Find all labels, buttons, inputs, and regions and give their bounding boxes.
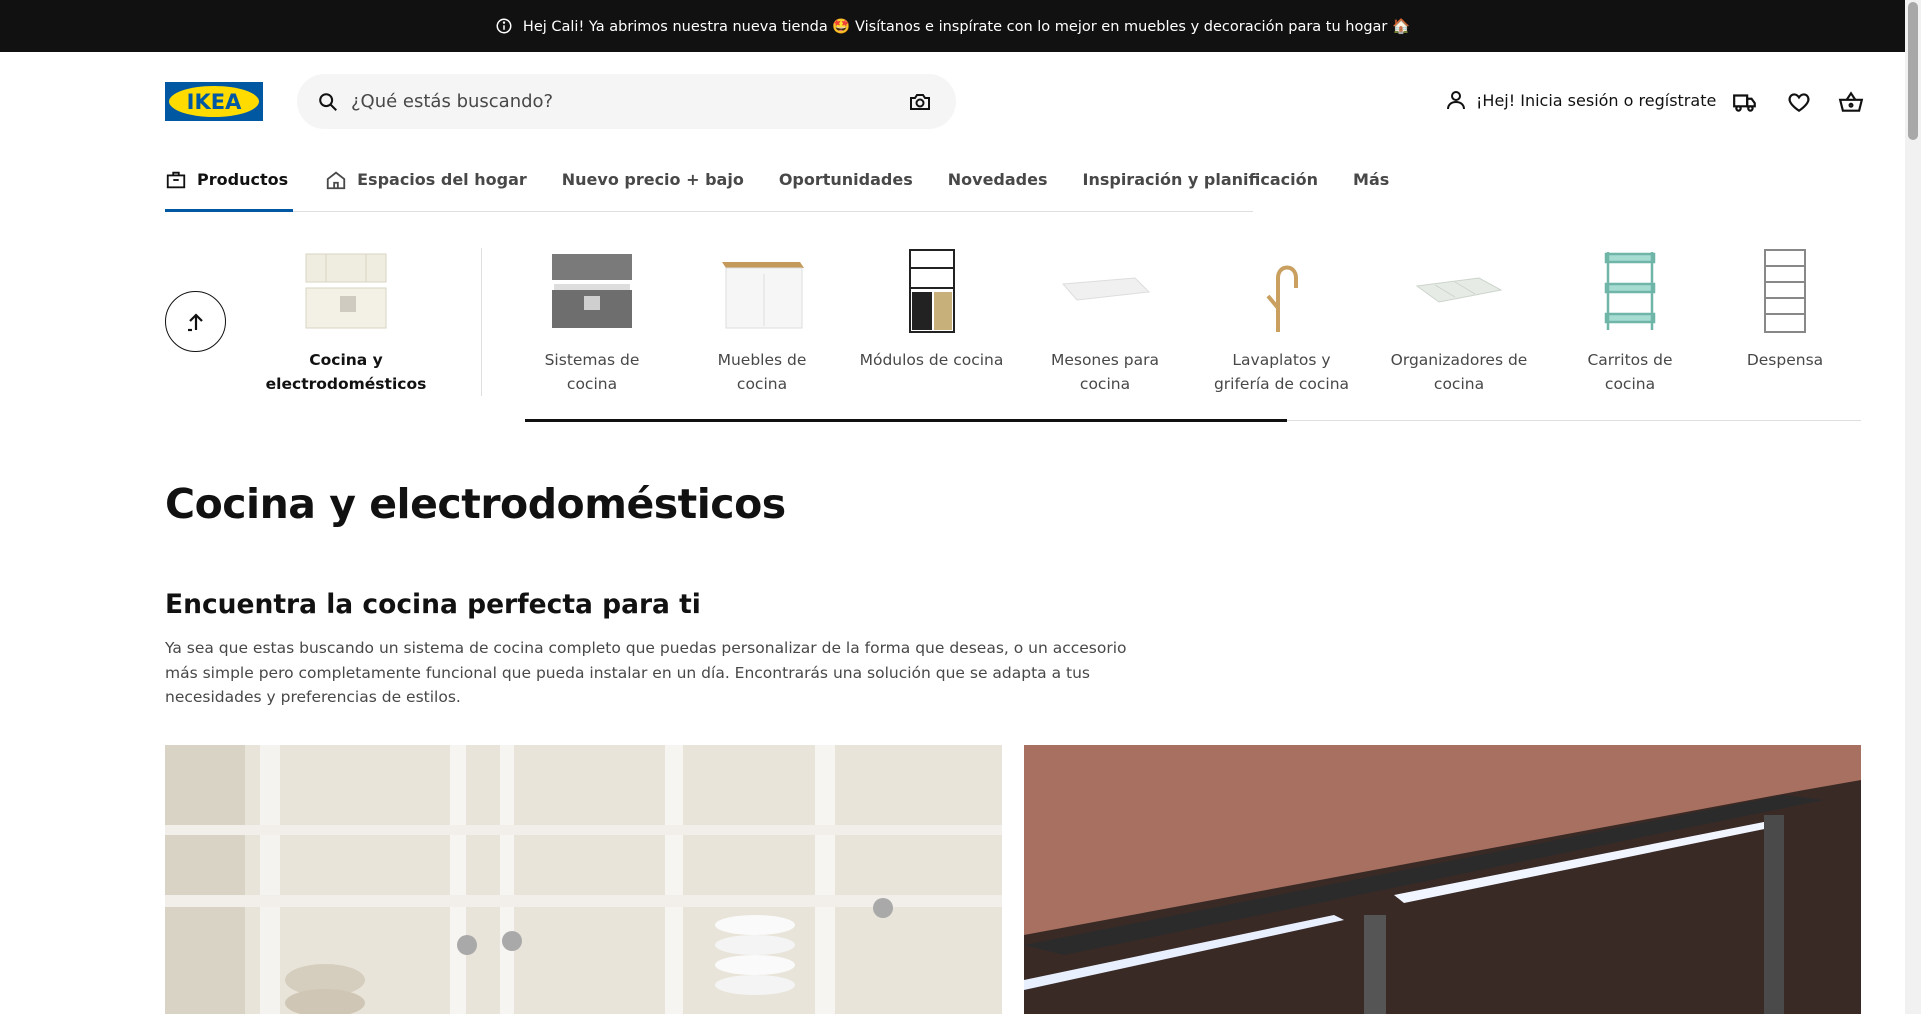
shopping-basket-icon[interactable]: [1838, 89, 1864, 115]
category-label: Despensa: [1746, 351, 1824, 369]
faucet-thumbnail: [1265, 265, 1298, 332]
carousel-scrollbar-thumb[interactable]: [525, 419, 1287, 422]
tab-label: Novedades: [947, 170, 1048, 189]
category-organizadores[interactable]: Organizadores de cocina: [1384, 248, 1534, 396]
kitchen-cabinet-photo[interactable]: [165, 745, 1002, 1014]
kitchen-module-thumbnail: [908, 249, 955, 333]
pantry-shelf-thumbnail: [1764, 249, 1806, 333]
tab-label: Inspiración y planificación: [1082, 170, 1319, 189]
category-label: Sistemas de cocina: [544, 351, 640, 393]
camera-icon[interactable]: [908, 90, 932, 114]
kitchen-system-thumbnail: [552, 254, 632, 328]
ikea-logo[interactable]: IKEA: [165, 82, 263, 121]
section-description: Ya sea que estas buscando un sistema de …: [165, 639, 1127, 706]
tab-label: Nuevo precio + bajo: [561, 170, 744, 189]
home-icon: [326, 171, 346, 190]
info-icon: [496, 18, 512, 34]
category-sistemas-de-cocina[interactable]: Sistemas de cocina: [522, 248, 662, 396]
category-label: Organizadores de cocina: [1390, 351, 1528, 393]
logo-text: IKEA: [186, 89, 242, 114]
page-title: Cocina y electrodomésticos: [165, 480, 786, 528]
tab-mas[interactable]: Más: [1353, 166, 1389, 212]
shelf-lighting-image: [1024, 745, 1861, 1014]
login-link[interactable]: ¡Hej! Inicia sesión o regístrate: [1444, 88, 1716, 112]
category-modulos-de-cocina[interactable]: Módulos de cocina: [859, 248, 1004, 372]
category-label: Muebles de cocina: [717, 351, 807, 393]
tab-label: Productos: [197, 170, 289, 189]
user-icon: [1447, 91, 1465, 110]
category-current[interactable]: Cocina y electrodomésticos: [256, 248, 436, 396]
category-label: Cocina y electrodomésticos: [265, 351, 427, 393]
main-nav: Productos Espacios del hogar Nuevo preci…: [165, 166, 1389, 212]
product-box-icon: [166, 171, 186, 189]
kitchen-thumbnail: [305, 253, 387, 329]
category-lavaplatos[interactable]: Lavaplatos y grifería de cocina: [1208, 248, 1355, 396]
category-label: Módulos de cocina: [859, 351, 1004, 369]
tab-productos[interactable]: Productos: [165, 166, 294, 212]
category-despensa[interactable]: Despensa: [1735, 248, 1835, 372]
promo-text: Hej Cali! Ya abrimos nuestra nueva tiend…: [522, 18, 1411, 35]
page-scrollbar[interactable]: [1905, 0, 1921, 1014]
tab-label: Espacios del hogar: [357, 170, 527, 189]
glass-cabinet-image: [165, 745, 1002, 1014]
category-label: Lavaplatos y grifería de cocina: [1213, 351, 1350, 393]
heart-icon[interactable]: [1786, 89, 1812, 115]
category-muebles-de-cocina[interactable]: Muebles de cocina: [692, 248, 832, 396]
search-bar[interactable]: [297, 74, 956, 129]
category-divider: [481, 248, 482, 396]
kitchen-cabinet-thumbnail: [722, 262, 804, 329]
search-icon[interactable]: [317, 91, 339, 113]
cutlery-tray-thumbnail: [1415, 277, 1503, 303]
category-carritos-de-cocina[interactable]: Carritos de cocina: [1561, 248, 1699, 396]
tab-inspiracion[interactable]: Inspiración y planificación: [1083, 166, 1319, 212]
promo-bar[interactable]: Hej Cali! Ya abrimos nuestra nueva tiend…: [0, 0, 1905, 52]
delivery-truck-icon[interactable]: [1732, 89, 1758, 115]
login-label: ¡Hej! Inicia sesión o regístrate: [1476, 90, 1717, 110]
tab-oportunidades[interactable]: Oportunidades: [779, 166, 913, 212]
tab-novedades[interactable]: Novedades: [948, 166, 1048, 212]
arrow-up-back-icon: [187, 312, 203, 331]
kitchen-shelf-light-photo[interactable]: [1024, 745, 1861, 1014]
page-scrollbar-thumb[interactable]: [1908, 2, 1918, 140]
tab-espacios-del-hogar[interactable]: Espacios del hogar: [325, 166, 527, 212]
countertop-thumbnail: [1061, 277, 1151, 301]
category-label: Mesones para cocina: [1050, 351, 1160, 393]
logo-oval: IKEA: [169, 86, 259, 117]
page: Hej Cali! Ya abrimos nuestra nueva tiend…: [0, 0, 1921, 1014]
tab-label: Más: [1353, 170, 1390, 189]
back-to-parent-button[interactable]: [165, 291, 226, 352]
category-mesones-para-cocina[interactable]: Mesones para cocina: [1040, 248, 1170, 396]
tab-label: Oportunidades: [778, 170, 913, 189]
category-label: Carritos de cocina: [1587, 351, 1673, 393]
search-input[interactable]: [351, 91, 908, 112]
section-title: Encuentra la cocina perfecta para ti: [165, 589, 701, 620]
trolley-thumbnail: [1604, 252, 1656, 330]
tab-nuevo-precio[interactable]: Nuevo precio + bajo: [562, 166, 744, 212]
